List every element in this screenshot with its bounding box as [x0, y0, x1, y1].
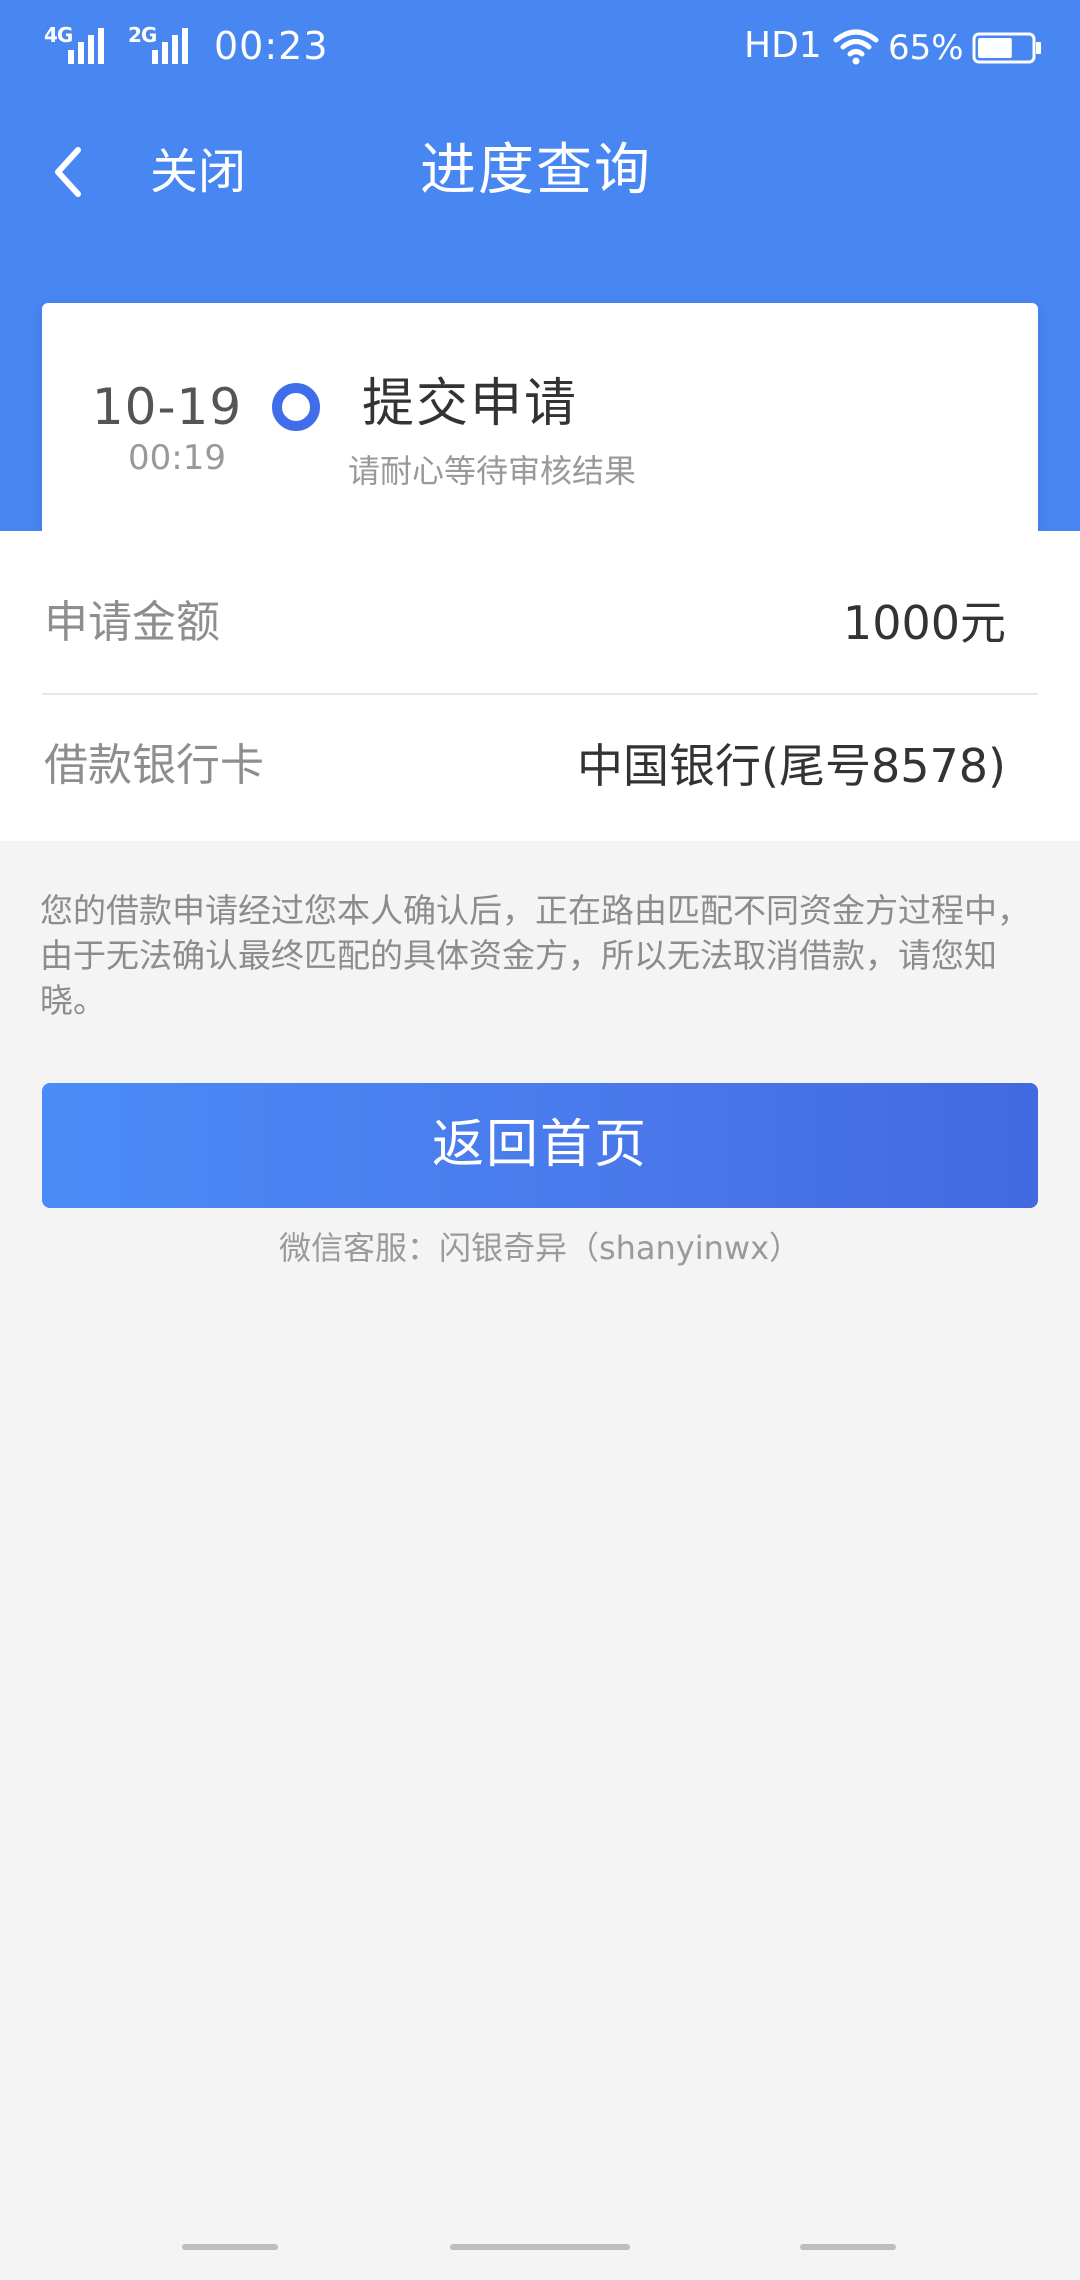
divider — [42, 693, 1038, 695]
progress-date: 10-19 — [91, 378, 243, 436]
nav-menu-handle[interactable] — [182, 2244, 278, 2250]
return-home-button[interactable]: 返回首页 — [42, 1083, 1038, 1208]
back-arrow-icon[interactable] — [48, 142, 88, 202]
signal-4g: 4G — [44, 24, 116, 64]
customer-service-text: 微信客服：闪银奇异（shanyinwx） — [278, 1229, 802, 1267]
signal-bars-icon — [68, 28, 104, 64]
wifi-icon — [833, 29, 879, 65]
notice-text: 您的借款申请经过您本人确认后，正在路由匹配不同资金方过程中，由于无法确认最终匹配… — [40, 891, 1030, 1020]
bank-card-label: 借款银行卡 — [44, 740, 264, 791]
amount-value: 1000元 — [842, 596, 1006, 650]
system-nav-bar — [0, 2200, 1080, 2280]
progress-time: 00:19 — [128, 438, 226, 478]
battery-percent: 65% — [888, 28, 964, 68]
signal-bars-icon — [152, 28, 188, 64]
hd-indicator: HD1 — [744, 25, 822, 66]
nav-back-handle[interactable] — [800, 2244, 896, 2250]
page-title: 进度查询 — [420, 138, 652, 203]
close-button[interactable]: 关闭 — [150, 142, 246, 202]
status-time: 00:23 — [214, 24, 329, 68]
battery-icon — [972, 32, 1041, 64]
signal-2g: 2G — [128, 24, 200, 64]
step-indicator-icon — [272, 383, 320, 431]
loan-details: 申请金额 1000元 借款银行卡 中国银行(尾号8578) — [0, 531, 1080, 841]
step-title: 提交申请 — [362, 374, 579, 434]
status-bar: 4G 2G 00:23 HD1 65% — [0, 0, 1080, 96]
amount-label: 申请金额 — [44, 597, 220, 648]
progress-card: 10-19 00:19 提交申请 请耐心等待审核结果 — [42, 303, 1038, 565]
nav-home-handle[interactable] — [450, 2244, 630, 2250]
battery-level-fill — [978, 38, 1012, 58]
bank-card-value: 中国银行(尾号8578) — [577, 739, 1006, 793]
step-subtitle: 请耐心等待审核结果 — [348, 452, 637, 490]
